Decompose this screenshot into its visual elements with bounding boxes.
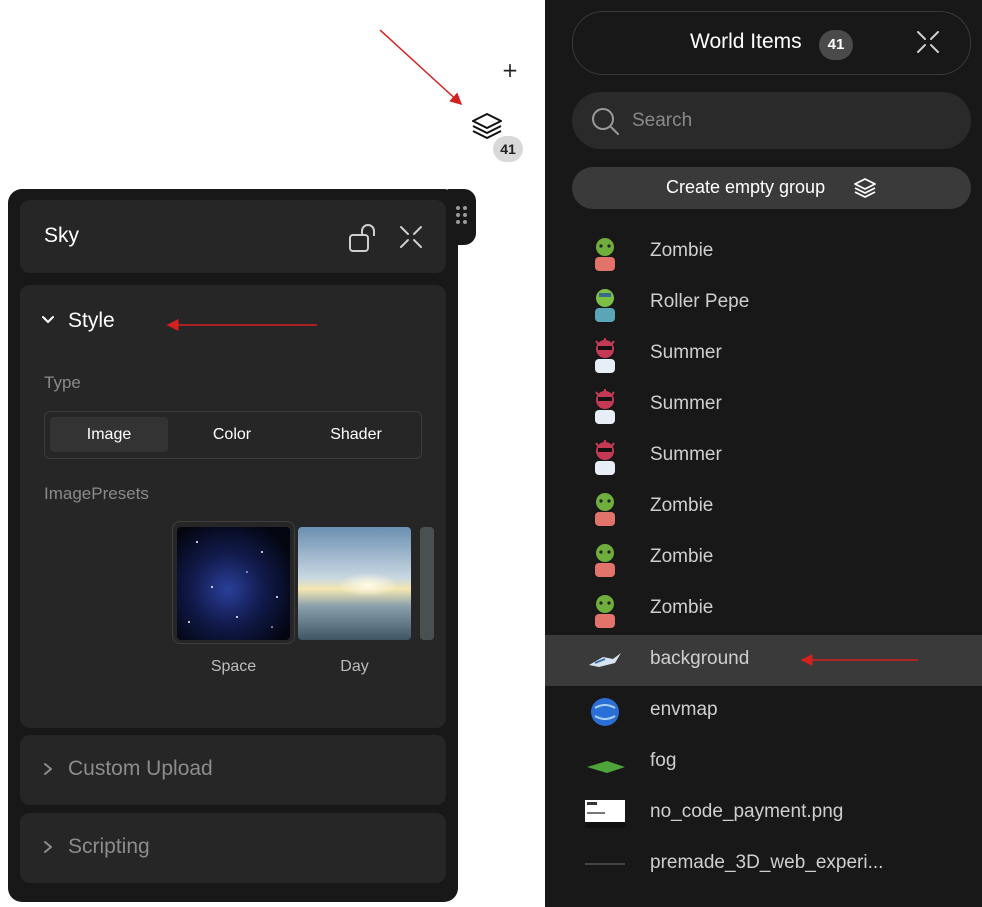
preset-next-thumbnail[interactable] [420,527,434,640]
world-item-row[interactable]: Summer [545,329,982,380]
world-item-row[interactable]: Zombie [545,533,982,584]
world-item-row[interactable]: premade_3D_web_experi... [545,839,982,890]
world-items-title: World Items [690,30,802,53]
world-item-row[interactable]: Zombie [545,227,982,278]
world-item-label: premade_3D_web_experi... [650,852,884,873]
type-option-image[interactable]: Image [50,417,168,452]
world-item-label: Zombie [650,495,714,516]
zombie-avatar-icon [585,233,625,273]
panel-drag-handle[interactable] [448,189,476,245]
world-item-row[interactable]: Roller Pepe [545,278,982,329]
grip-dot [463,206,467,210]
space-preset-image [177,527,290,640]
style-collapse-toggle[interactable] [40,312,56,328]
grip-dot [456,213,460,217]
preset-day-caption: Day [340,658,369,675]
world-item-row[interactable]: Zombie [545,482,982,533]
summer-avatar-icon [585,386,625,426]
zombie-avatar-icon [585,539,625,579]
summer-avatar-icon [585,437,625,477]
grip-dot [463,220,467,224]
close-icon [400,226,422,248]
world-item-row[interactable]: fog [545,737,982,788]
chevron-right-icon [44,841,52,853]
world-item-label: no_code_payment.png [650,801,844,822]
world-item-row[interactable]: Summer [545,431,982,482]
add-plus-icon[interactable]: + [500,60,520,80]
type-segmented-control: Image Color Shader [44,411,422,459]
style-section-title[interactable]: Style [68,309,115,333]
world-item-label: Zombie [650,546,714,567]
preset-space-caption: Space [210,658,257,675]
close-icon [917,31,939,53]
world-item-label: Summer [650,444,722,465]
world-item-row[interactable]: background [545,635,982,686]
custom-upload-section[interactable]: Custom Upload [20,735,446,805]
layers-count-badge: 41 [493,136,523,162]
type-option-shader[interactable]: Shader [297,417,415,452]
type-option-color[interactable]: Color [173,417,291,452]
world-item-label: envmap [650,699,718,720]
search-input[interactable] [632,106,952,136]
world-item-label: Zombie [650,597,714,618]
type-label: Type [44,373,81,392]
sky-panel-header [20,200,446,273]
chevron-down-icon [42,316,54,323]
world-item-label: Roller Pepe [650,291,750,312]
panel-title: Sky [44,224,80,247]
image-file-thumb-icon [585,794,625,834]
zombie-avatar-icon [585,488,625,528]
scripting-title: Scripting [68,835,150,858]
background-thumb-icon [585,641,625,681]
unlock-button[interactable] [348,224,378,254]
world-item-label: Summer [650,393,722,414]
preset-space-thumbnail[interactable] [177,527,290,640]
grip-dot [456,220,460,224]
search-icon [590,106,620,136]
world-item-label: background [650,648,750,669]
create-empty-group-label: Create empty group [666,177,826,197]
scripting-section[interactable]: Scripting [20,813,446,883]
chevron-right-icon [44,763,52,775]
world-item-row[interactable]: Summer [545,380,982,431]
world-item-row[interactable]: envmap [545,686,982,737]
image-presets-label: ImagePresets [44,484,149,503]
annotation-arrow-layers [379,29,463,106]
close-panel-button[interactable] [398,224,424,250]
world-item-label: Zombie [650,240,714,261]
world-item-label: Summer [650,342,722,363]
roller-pepe-avatar-icon [585,284,625,324]
world-item-row[interactable]: Zombie [545,584,982,635]
envmap-sphere-icon [585,692,625,732]
world-items-count-badge: 41 [819,30,853,60]
custom-upload-title: Custom Upload [68,757,213,780]
fog-plane-icon [585,743,625,783]
close-world-items-button[interactable] [916,30,940,54]
file-thumb-icon [585,845,625,885]
zombie-avatar-icon [585,590,625,630]
grip-dot [463,213,467,217]
create-empty-group-button[interactable]: Create empty group [572,167,971,209]
preset-day-thumbnail[interactable] [298,527,411,640]
world-item-label: fog [650,750,677,771]
layers-icon [854,178,876,198]
day-preset-image [298,527,411,640]
world-item-row[interactable]: no_code_payment.png [545,788,982,839]
grip-dot [456,206,460,210]
unlock-icon [349,224,375,252]
summer-avatar-icon [585,335,625,375]
